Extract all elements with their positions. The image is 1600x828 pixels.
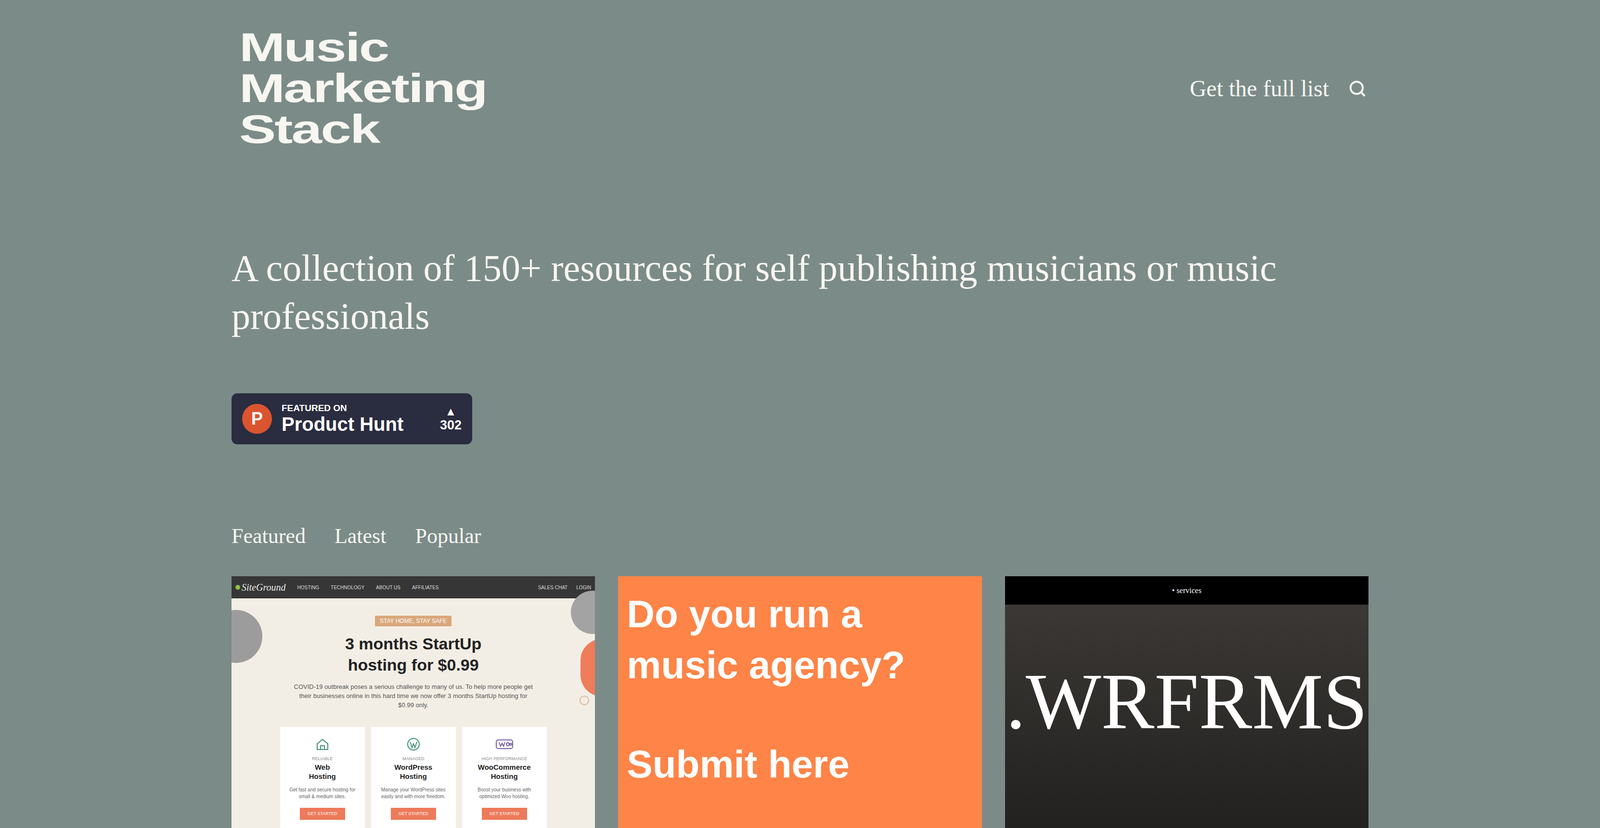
house-icon [314,736,331,752]
vote-count: 302 [439,417,462,433]
badge-kicker: FEATURED ON [281,402,404,414]
plan-button[interactable]: GET STARTED [390,807,437,821]
site-nav-item[interactable]: HOSTING [296,583,320,592]
woo-icon [494,736,515,752]
plan-title: WebHosting [309,762,336,781]
logo-line: Stack [239,108,487,150]
header-nav: Get the full list [1189,71,1369,106]
plan-kicker: MANAGED [402,755,425,763]
site-nav-item[interactable]: TECHNOLOGY [330,583,365,592]
badge-votes: ▲302 [439,405,462,433]
card[interactable]: SiteGround HOSTING TECHNOLOGY ABOUT US AFFIL… [231,576,595,828]
tab[interactable]: Popular [414,524,481,549]
promo-card[interactable]: Do you run amusic agency? Submit here [618,576,982,828]
search-icon[interactable] [1348,79,1367,98]
site-body: COVID-19 outbreak poses a serious challe… [293,682,534,710]
plan-button[interactable]: GET STARTED [481,807,528,821]
circle-ring [579,695,590,706]
site-headline: 3 months StartUphosting for $0.99 [345,632,482,676]
headline: A collection of 150+ resources for self … [231,244,1369,341]
wordpress-icon [405,736,422,752]
plan-kicker: RELIABLE [311,755,333,763]
logo-dot-icon [235,584,241,590]
logo-line: Marketing [239,67,487,109]
header: MusicMarketingStack Get the full list [231,0,1369,150]
product-hunt-badge[interactable]: P FEATURED ONProduct Hunt ▲302 [231,393,473,445]
site-plan: RELIABLEWebHosting Get fast and secure ho… [280,726,365,828]
plan-desc: Boost your business with optimized Woo h… [467,786,542,800]
badge-name: Product Hunt [281,413,404,435]
site-screenshot: SiteGround HOSTING TECHNOLOGY ABOUT US AFFIL… [231,576,595,828]
site-logo: SiteGround [235,580,286,595]
site-nav-item[interactable]: ABOUT US [375,583,401,592]
site-nav-right-item[interactable]: SALES CHAT [538,583,568,592]
site-nav-right-item[interactable]: LOGIN [576,583,592,592]
site-plan: HIGH PERFORMANCEWooCommerceHosting Boost … [462,726,547,828]
card-grid: SiteGround HOSTING TECHNOLOGY ABOUT US AFFIL… [231,576,1369,828]
plan-desc: Get fast and secure hosting for small & … [285,786,360,800]
product-hunt-logo: P [242,403,272,434]
video-caption: • services [1172,584,1202,597]
site-nav-item[interactable]: AFFILIATES [412,583,439,592]
promo-cta[interactable]: Submit here [626,738,973,790]
promo-question: Do you run amusic agency? [626,588,973,691]
plan-title: WordPressHosting [394,762,433,781]
site-nav: SiteGround HOSTING TECHNOLOGY ABOUT US AFFIL… [231,576,595,599]
site-plans: RELIABLEWebHosting Get fast and secure ho… [280,726,547,828]
video-card[interactable]: • services .WRFRMS [1005,576,1369,828]
logo-line: Music [239,26,487,68]
page: MusicMarketingStack Get the full list A co… [0,0,1600,828]
video-topbar: • services [1005,576,1369,605]
tab[interactable]: Featured [231,524,306,549]
tabs: Featured Latest Popular [231,524,1369,549]
plan-desc: Manage your WordPress sites easily and w… [376,786,451,800]
circle-orange [580,638,595,697]
full-list-link[interactable]: Get the full list [1189,71,1330,106]
site-badge: STAY HOME, STAY SAFE [374,615,452,627]
plan-kicker: HIGH PERFORMANCE [481,755,528,763]
plan-button[interactable]: GET STARTED [299,807,346,821]
tab[interactable]: Latest [334,524,387,549]
video-title: .WRFRMS [1005,661,1368,742]
card[interactable]: • services .WRFRMS [1005,576,1369,828]
upvote-arrow: ▲ [445,405,457,418]
video-frame: .WRFRMS [1005,604,1369,828]
logo[interactable]: MusicMarketingStack [231,26,422,150]
card[interactable]: Do you run amusic agency? Submit here [618,576,982,828]
circle-left [231,609,263,663]
plan-title: WooCommerceHosting [477,762,531,781]
site-plan: MANAGEDWordPressHosting Manage your WordP… [371,726,456,828]
